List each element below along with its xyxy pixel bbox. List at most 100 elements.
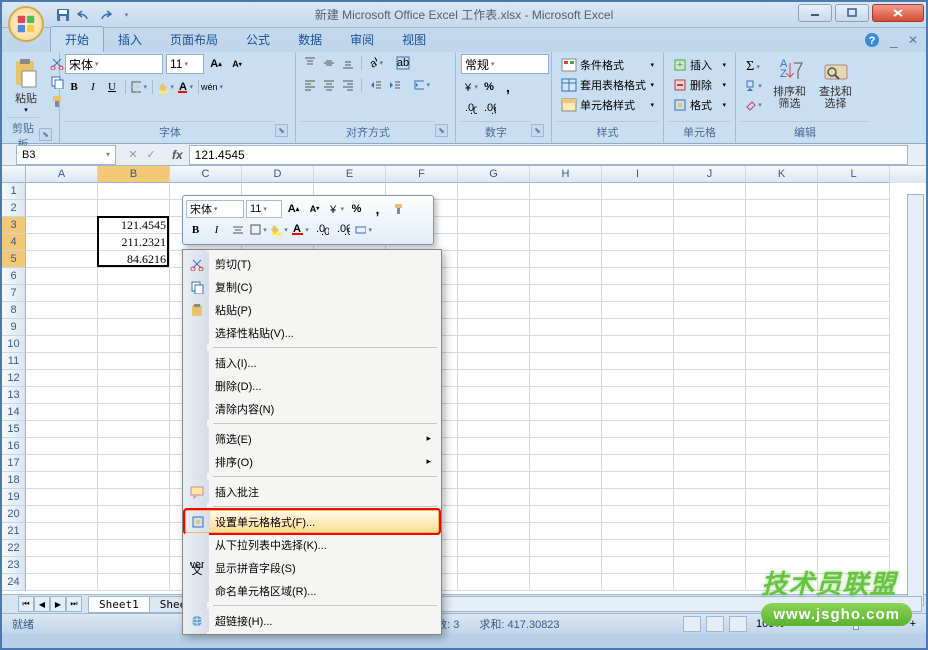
cell[interactable] bbox=[458, 285, 530, 302]
cell[interactable] bbox=[98, 557, 170, 574]
fill-color-icon[interactable] bbox=[157, 78, 175, 96]
zoom-level[interactable]: 100% bbox=[756, 618, 784, 630]
cell[interactable] bbox=[26, 472, 98, 489]
font-dialog-launcher[interactable]: ⬊ bbox=[275, 124, 288, 137]
mt-size-combo[interactable]: 11 bbox=[246, 200, 282, 218]
context-menu-item[interactable]: 删除(D)... bbox=[185, 374, 439, 397]
cell[interactable] bbox=[98, 302, 170, 319]
col-header[interactable]: K bbox=[746, 166, 818, 183]
cell[interactable] bbox=[818, 387, 890, 404]
cell[interactable] bbox=[746, 285, 818, 302]
cell[interactable] bbox=[98, 268, 170, 285]
cell[interactable] bbox=[458, 200, 530, 217]
context-menu-item[interactable]: 复制(C) bbox=[185, 275, 439, 298]
cell[interactable] bbox=[674, 251, 746, 268]
cell[interactable] bbox=[98, 387, 170, 404]
cell[interactable] bbox=[602, 523, 674, 540]
cell[interactable] bbox=[746, 540, 818, 557]
col-header[interactable]: E bbox=[314, 166, 386, 183]
col-header[interactable]: H bbox=[530, 166, 602, 183]
cell[interactable] bbox=[26, 183, 98, 200]
cell[interactable] bbox=[26, 234, 98, 251]
cell[interactable] bbox=[458, 217, 530, 234]
borders-icon[interactable] bbox=[130, 78, 148, 96]
cell[interactable] bbox=[530, 574, 602, 591]
cell[interactable] bbox=[818, 540, 890, 557]
row-header[interactable]: 15 bbox=[2, 421, 26, 438]
font-size-combo[interactable]: 11 bbox=[166, 54, 204, 74]
mt-accounting-icon[interactable]: ¥ bbox=[326, 199, 345, 218]
cell[interactable] bbox=[530, 353, 602, 370]
name-box[interactable]: B3▾ bbox=[16, 145, 116, 165]
format-as-table-button[interactable]: 套用表格格式▾ bbox=[557, 76, 658, 94]
fx-icon[interactable]: fx bbox=[172, 148, 183, 162]
align-top-icon[interactable] bbox=[301, 54, 319, 72]
cell[interactable] bbox=[530, 438, 602, 455]
cell[interactable] bbox=[602, 472, 674, 489]
mt-decrease-decimal-icon[interactable]: .00.0 bbox=[333, 220, 352, 239]
cell[interactable] bbox=[26, 285, 98, 302]
cell[interactable] bbox=[602, 183, 674, 200]
comma-format-icon[interactable]: , bbox=[499, 78, 517, 96]
cell[interactable] bbox=[26, 217, 98, 234]
col-header[interactable]: F bbox=[386, 166, 458, 183]
decrease-decimal-icon[interactable]: .00.0 bbox=[480, 100, 498, 118]
align-right-icon[interactable] bbox=[339, 76, 357, 94]
ribbon-tab-0[interactable]: 开始 bbox=[50, 26, 104, 52]
align-center-icon[interactable] bbox=[320, 76, 338, 94]
cell[interactable] bbox=[818, 421, 890, 438]
row-header[interactable]: 9 bbox=[2, 319, 26, 336]
context-menu-item[interactable]: 筛选(E) bbox=[185, 427, 439, 450]
cell[interactable] bbox=[530, 455, 602, 472]
cell[interactable] bbox=[26, 455, 98, 472]
cell[interactable] bbox=[602, 421, 674, 438]
cell[interactable] bbox=[818, 506, 890, 523]
zoom-slider[interactable] bbox=[805, 622, 905, 626]
cell[interactable] bbox=[674, 217, 746, 234]
sheet-nav-first[interactable]: ⏮ bbox=[18, 596, 34, 612]
cell[interactable] bbox=[674, 353, 746, 370]
cell[interactable] bbox=[530, 302, 602, 319]
col-header[interactable]: G bbox=[458, 166, 530, 183]
zoom-in-button[interactable]: + bbox=[910, 618, 916, 630]
undo-icon[interactable] bbox=[75, 6, 92, 23]
cell[interactable] bbox=[674, 421, 746, 438]
cell[interactable] bbox=[458, 438, 530, 455]
cell[interactable] bbox=[530, 200, 602, 217]
cell[interactable] bbox=[818, 285, 890, 302]
cell[interactable] bbox=[674, 234, 746, 251]
cell[interactable] bbox=[674, 387, 746, 404]
col-header[interactable]: C bbox=[170, 166, 242, 183]
cell[interactable] bbox=[458, 506, 530, 523]
cell[interactable] bbox=[746, 319, 818, 336]
cell[interactable] bbox=[26, 421, 98, 438]
col-header[interactable]: I bbox=[602, 166, 674, 183]
increase-indent-icon[interactable] bbox=[385, 76, 403, 94]
cell[interactable] bbox=[746, 268, 818, 285]
cell[interactable] bbox=[818, 183, 890, 200]
cell[interactable] bbox=[458, 234, 530, 251]
cell[interactable] bbox=[530, 370, 602, 387]
cell[interactable] bbox=[602, 302, 674, 319]
cell[interactable] bbox=[746, 302, 818, 319]
cell[interactable] bbox=[458, 336, 530, 353]
cell[interactable]: 211.2321 bbox=[98, 234, 170, 251]
cell[interactable] bbox=[26, 404, 98, 421]
cell[interactable] bbox=[458, 353, 530, 370]
col-header[interactable]: J bbox=[674, 166, 746, 183]
cell[interactable] bbox=[98, 200, 170, 217]
cell[interactable] bbox=[530, 336, 602, 353]
cell[interactable] bbox=[746, 438, 818, 455]
close-button[interactable] bbox=[872, 4, 924, 22]
sheet-nav-next[interactable]: ▶ bbox=[50, 596, 66, 612]
cell[interactable] bbox=[674, 200, 746, 217]
cell[interactable] bbox=[458, 268, 530, 285]
cell[interactable] bbox=[746, 370, 818, 387]
cell[interactable] bbox=[818, 438, 890, 455]
cell[interactable] bbox=[98, 489, 170, 506]
cell[interactable] bbox=[746, 421, 818, 438]
cell[interactable] bbox=[602, 200, 674, 217]
mt-grow-font-icon[interactable]: A▴ bbox=[284, 199, 303, 218]
ribbon-tab-3[interactable]: 公式 bbox=[232, 27, 284, 52]
row-header[interactable]: 10 bbox=[2, 336, 26, 353]
